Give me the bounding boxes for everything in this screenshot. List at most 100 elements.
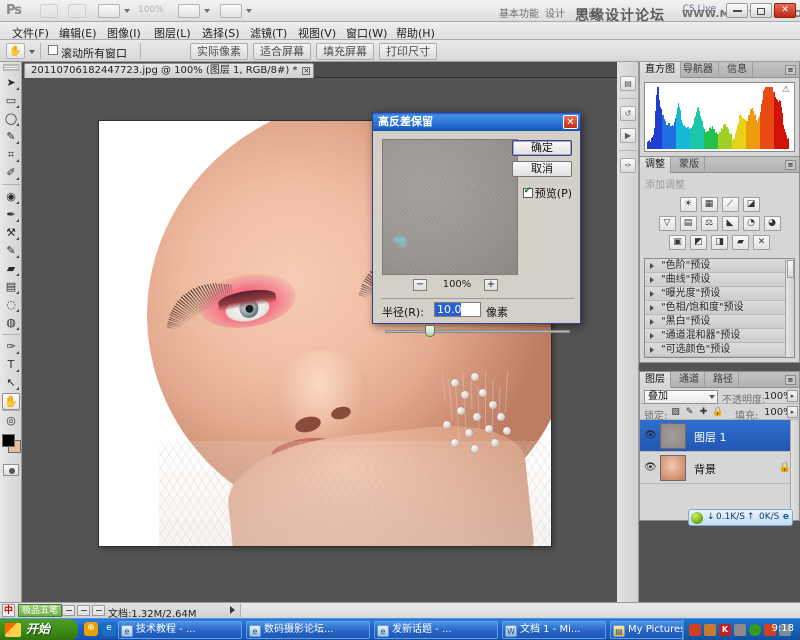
screen-mode-icon[interactable] (220, 4, 242, 18)
tab-masks[interactable]: 蒙版 (674, 157, 705, 173)
chevron-down-icon[interactable] (709, 395, 715, 399)
lasso-tool[interactable]: ◯ (2, 110, 20, 127)
network-speed-widget[interactable]: ↓ 0.1K/S ↑ 0K/S e (688, 509, 793, 526)
hand-tool-selected[interactable]: ✋ (2, 393, 20, 410)
taskbar-item-forum[interactable]: e 数码摄影论坛... (246, 621, 370, 639)
dodge-tool[interactable]: ◍ (2, 314, 20, 331)
table-row[interactable]: 👁 背景 🔒 (640, 452, 799, 484)
hand-tool-icon[interactable]: ✋ (6, 43, 25, 59)
quick-selection-tool[interactable]: ✎ (2, 128, 20, 145)
print-size-button[interactable]: 打印尺寸 (379, 43, 437, 60)
ime-language-icon[interactable]: 中 (2, 604, 15, 617)
ok-button[interactable]: 确定 (512, 140, 572, 156)
user-icon[interactable] (704, 624, 716, 636)
kaspersky-icon[interactable]: K (719, 624, 731, 636)
radius-slider-thumb[interactable] (425, 325, 435, 337)
workspace-design[interactable]: 设计 (545, 5, 565, 20)
update-icon[interactable] (749, 624, 761, 636)
marquee-tool[interactable]: ▭ (2, 92, 20, 109)
layer-thumbnail[interactable] (660, 455, 686, 481)
cancel-button[interactable]: 取消 (512, 161, 572, 177)
vibrance-icon[interactable]: ▽ (659, 216, 676, 231)
preset-channel-mixer[interactable]: "通道混和器"预设 (645, 329, 794, 343)
checkbox-box[interactable] (523, 188, 533, 198)
restore-button[interactable] (750, 3, 772, 18)
zoom-level-display[interactable]: 100% (138, 5, 164, 15)
preset-exposure[interactable]: "曝光度"预设 (645, 287, 794, 301)
preset-levels[interactable]: "色阶"预设 (645, 259, 794, 273)
path-selection-tool[interactable]: ↖ (2, 374, 20, 391)
taskbar-clock[interactable]: 9:18 (772, 623, 794, 634)
threshold-icon[interactable]: ◨ (711, 235, 728, 250)
tool-icon[interactable] (734, 624, 746, 636)
lock-all-icon[interactable]: 🔒 (712, 407, 723, 418)
posterize-icon[interactable]: ◩ (690, 235, 707, 250)
channel-mixer-icon[interactable]: ◕ (764, 216, 781, 231)
selective-color-icon[interactable]: ✕ (753, 235, 770, 250)
blur-tool[interactable]: ◌ (2, 296, 20, 313)
zoom-tool[interactable]: ◎ (2, 412, 20, 429)
eyedropper-tool[interactable]: ✐ (2, 164, 20, 181)
brush-tool[interactable]: ✒ (2, 206, 20, 223)
move-tool[interactable]: ➤ (2, 74, 20, 91)
blend-mode-select[interactable]: 叠加 (644, 390, 718, 404)
preview-zoom-out-button[interactable]: − (413, 279, 427, 291)
mini-bridge-icon[interactable]: ▤ (620, 76, 636, 91)
panel-menu-icon[interactable]: ≡ (785, 375, 796, 385)
fill-screen-button[interactable]: 填充屏幕 (316, 43, 374, 60)
opacity-stepper[interactable]: ▸ (787, 390, 798, 402)
preset-curves[interactable]: "曲线"预设 (645, 273, 794, 287)
tab-layers[interactable]: 图层 (640, 372, 671, 388)
dialog-title-bar[interactable]: 高反差保留 ✕ (373, 113, 580, 131)
lock-transparency-icon[interactable]: ▨ (670, 407, 681, 418)
arrange-documents-icon[interactable] (178, 4, 200, 18)
high-pass-dialog[interactable]: 高反差保留 ✕ − 100% + 确定 取消 预览(P) 半径(R): 10.0… (372, 112, 581, 324)
preset-hue-saturation[interactable]: "色相/饱和度"预设 (645, 301, 794, 315)
levels-icon[interactable]: ▦ (701, 197, 718, 212)
show-desktop-icon[interactable]: ⊕ (84, 622, 98, 636)
history-brush-tool[interactable]: ✎ (2, 242, 20, 259)
table-row[interactable]: 👁 图层 1 (640, 420, 799, 452)
hue-saturation-icon[interactable]: ▤ (680, 216, 697, 231)
crop-tool[interactable]: ⌗ (2, 146, 20, 163)
preview-zoom-in-button[interactable]: + (484, 279, 498, 291)
scroll-all-windows-checkbox[interactable] (48, 45, 58, 55)
actual-pixels-button[interactable]: 实际像素 (190, 43, 248, 60)
layer-thumbnail[interactable] (660, 423, 686, 449)
spot-healing-brush-tool[interactable]: ◉ (2, 188, 20, 205)
tool-preset-caret-icon[interactable] (29, 50, 35, 54)
radius-slider-track[interactable] (385, 330, 570, 333)
status-expand-icon[interactable] (230, 606, 235, 614)
history-icon[interactable]: ↺ (620, 106, 636, 121)
view-extras-icon[interactable] (98, 4, 120, 18)
eye-icon[interactable]: 👁 (644, 430, 656, 441)
exposure-icon[interactable]: ◪ (743, 197, 760, 212)
color-balance-icon[interactable]: ⚖ (701, 216, 718, 231)
brightness-contrast-icon[interactable]: ☀ (680, 197, 697, 212)
close-button[interactable]: ✕ (774, 3, 796, 18)
workspace-essentials[interactable]: 基本功能 (499, 5, 539, 20)
panel-menu-icon[interactable]: ≡ (785, 65, 796, 75)
shield-icon[interactable] (689, 624, 701, 636)
tab-info[interactable]: 信息 (722, 62, 753, 78)
tab-histogram[interactable]: 直方图 (640, 62, 681, 78)
taskbar-item-tutorial[interactable]: e 技术教程 - ... (118, 621, 242, 639)
browser-icon[interactable]: e (783, 510, 789, 525)
black-white-icon[interactable]: ◣ (722, 216, 739, 231)
curves-icon[interactable]: ⟋ (722, 197, 739, 212)
ime-name[interactable]: 极品五笔 (18, 604, 62, 617)
preset-black-white[interactable]: "黑白"预设 (645, 315, 794, 329)
lock-image-icon[interactable]: ✎ (684, 407, 695, 418)
preview-checkbox[interactable]: 预览(P) (523, 185, 572, 201)
scrollbar-thumb[interactable] (787, 260, 794, 278)
photo-filter-icon[interactable]: ◔ (743, 216, 760, 231)
color-swatches[interactable] (2, 434, 21, 458)
fill-stepper[interactable]: ▸ (787, 406, 798, 418)
bridge-icon[interactable] (40, 4, 58, 18)
preset-selective-color[interactable]: "可选颜色"预设 (645, 343, 794, 357)
dialog-close-icon[interactable]: ✕ (563, 115, 578, 129)
ime-button-3[interactable] (92, 605, 105, 616)
invert-icon[interactable]: ▣ (669, 235, 686, 250)
tab-navigator[interactable]: 导航器 (678, 62, 719, 78)
toolbox-grip[interactable] (3, 64, 19, 71)
